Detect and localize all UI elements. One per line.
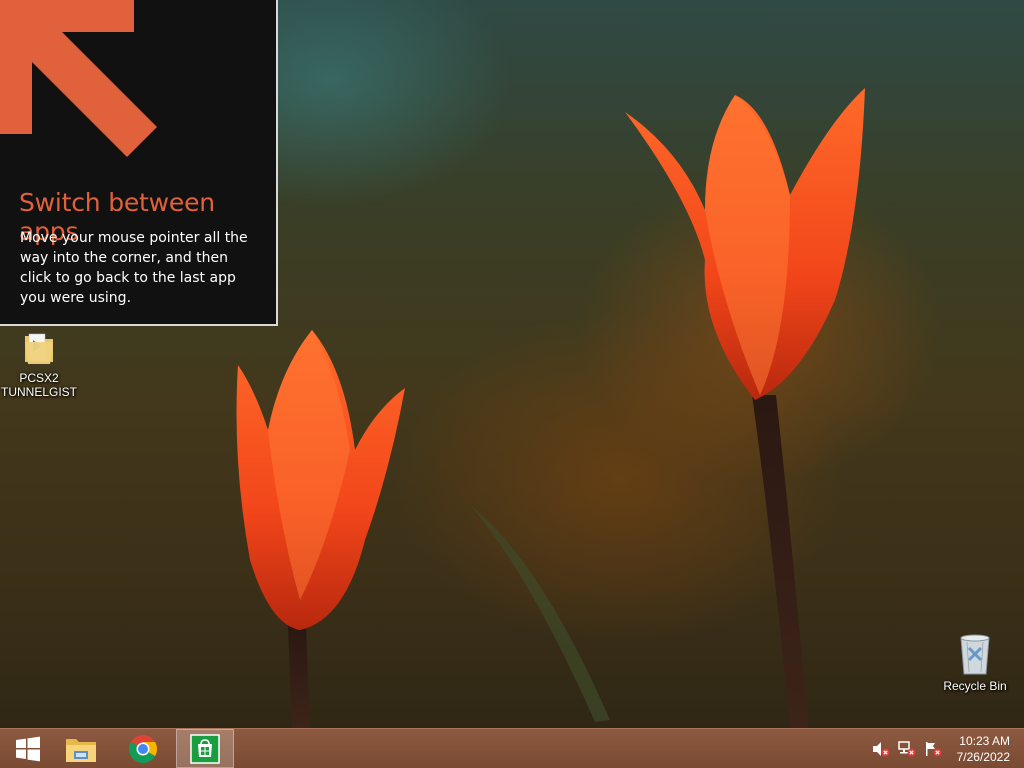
- desktop-icon-recycle-bin[interactable]: Recycle Bin: [935, 632, 1015, 693]
- desktop-icon-pcsx2-label: PCSX2 TUNNELGIST: [0, 371, 77, 399]
- arrow-up-left-icon: [0, 0, 157, 157]
- taskbar: 10:23 AM 7/26/2022: [0, 728, 1024, 768]
- store-icon: [190, 733, 220, 764]
- folder-icon: [25, 333, 53, 364]
- switch-apps-tip-panel: Switch between apps Move your mouse poin…: [0, 0, 278, 326]
- start-button[interactable]: [0, 729, 56, 768]
- desktop-icon-pcsx2[interactable]: PCSX2 TUNNELGIST: [0, 328, 79, 399]
- taskbar-file-explorer-button[interactable]: [53, 729, 109, 768]
- system-tray: [872, 729, 942, 768]
- taskbar-chrome-button[interactable]: [115, 729, 171, 768]
- taskbar-store-button[interactable]: [176, 729, 234, 768]
- desktop-background: Switch between apps Move your mouse poin…: [0, 0, 1024, 728]
- clock-date: 7/26/2022: [956, 750, 1010, 764]
- action-center-flag-icon[interactable]: [924, 741, 942, 757]
- file-explorer-icon: [66, 738, 96, 762]
- recycle-bin-icon: [960, 634, 990, 675]
- desktop-icon-recycle-bin-label: Recycle Bin: [943, 679, 1007, 693]
- tip-body: Move your mouse pointer all the way into…: [20, 230, 248, 306]
- windows-logo-icon: [16, 736, 40, 761]
- chrome-icon: [129, 734, 157, 763]
- taskbar-clock[interactable]: 10:23 AM 7/26/2022: [957, 733, 1010, 765]
- clock-time: 10:23 AM: [959, 734, 1010, 748]
- network-icon[interactable]: [898, 740, 916, 757]
- volume-muted-icon[interactable]: [872, 741, 890, 757]
